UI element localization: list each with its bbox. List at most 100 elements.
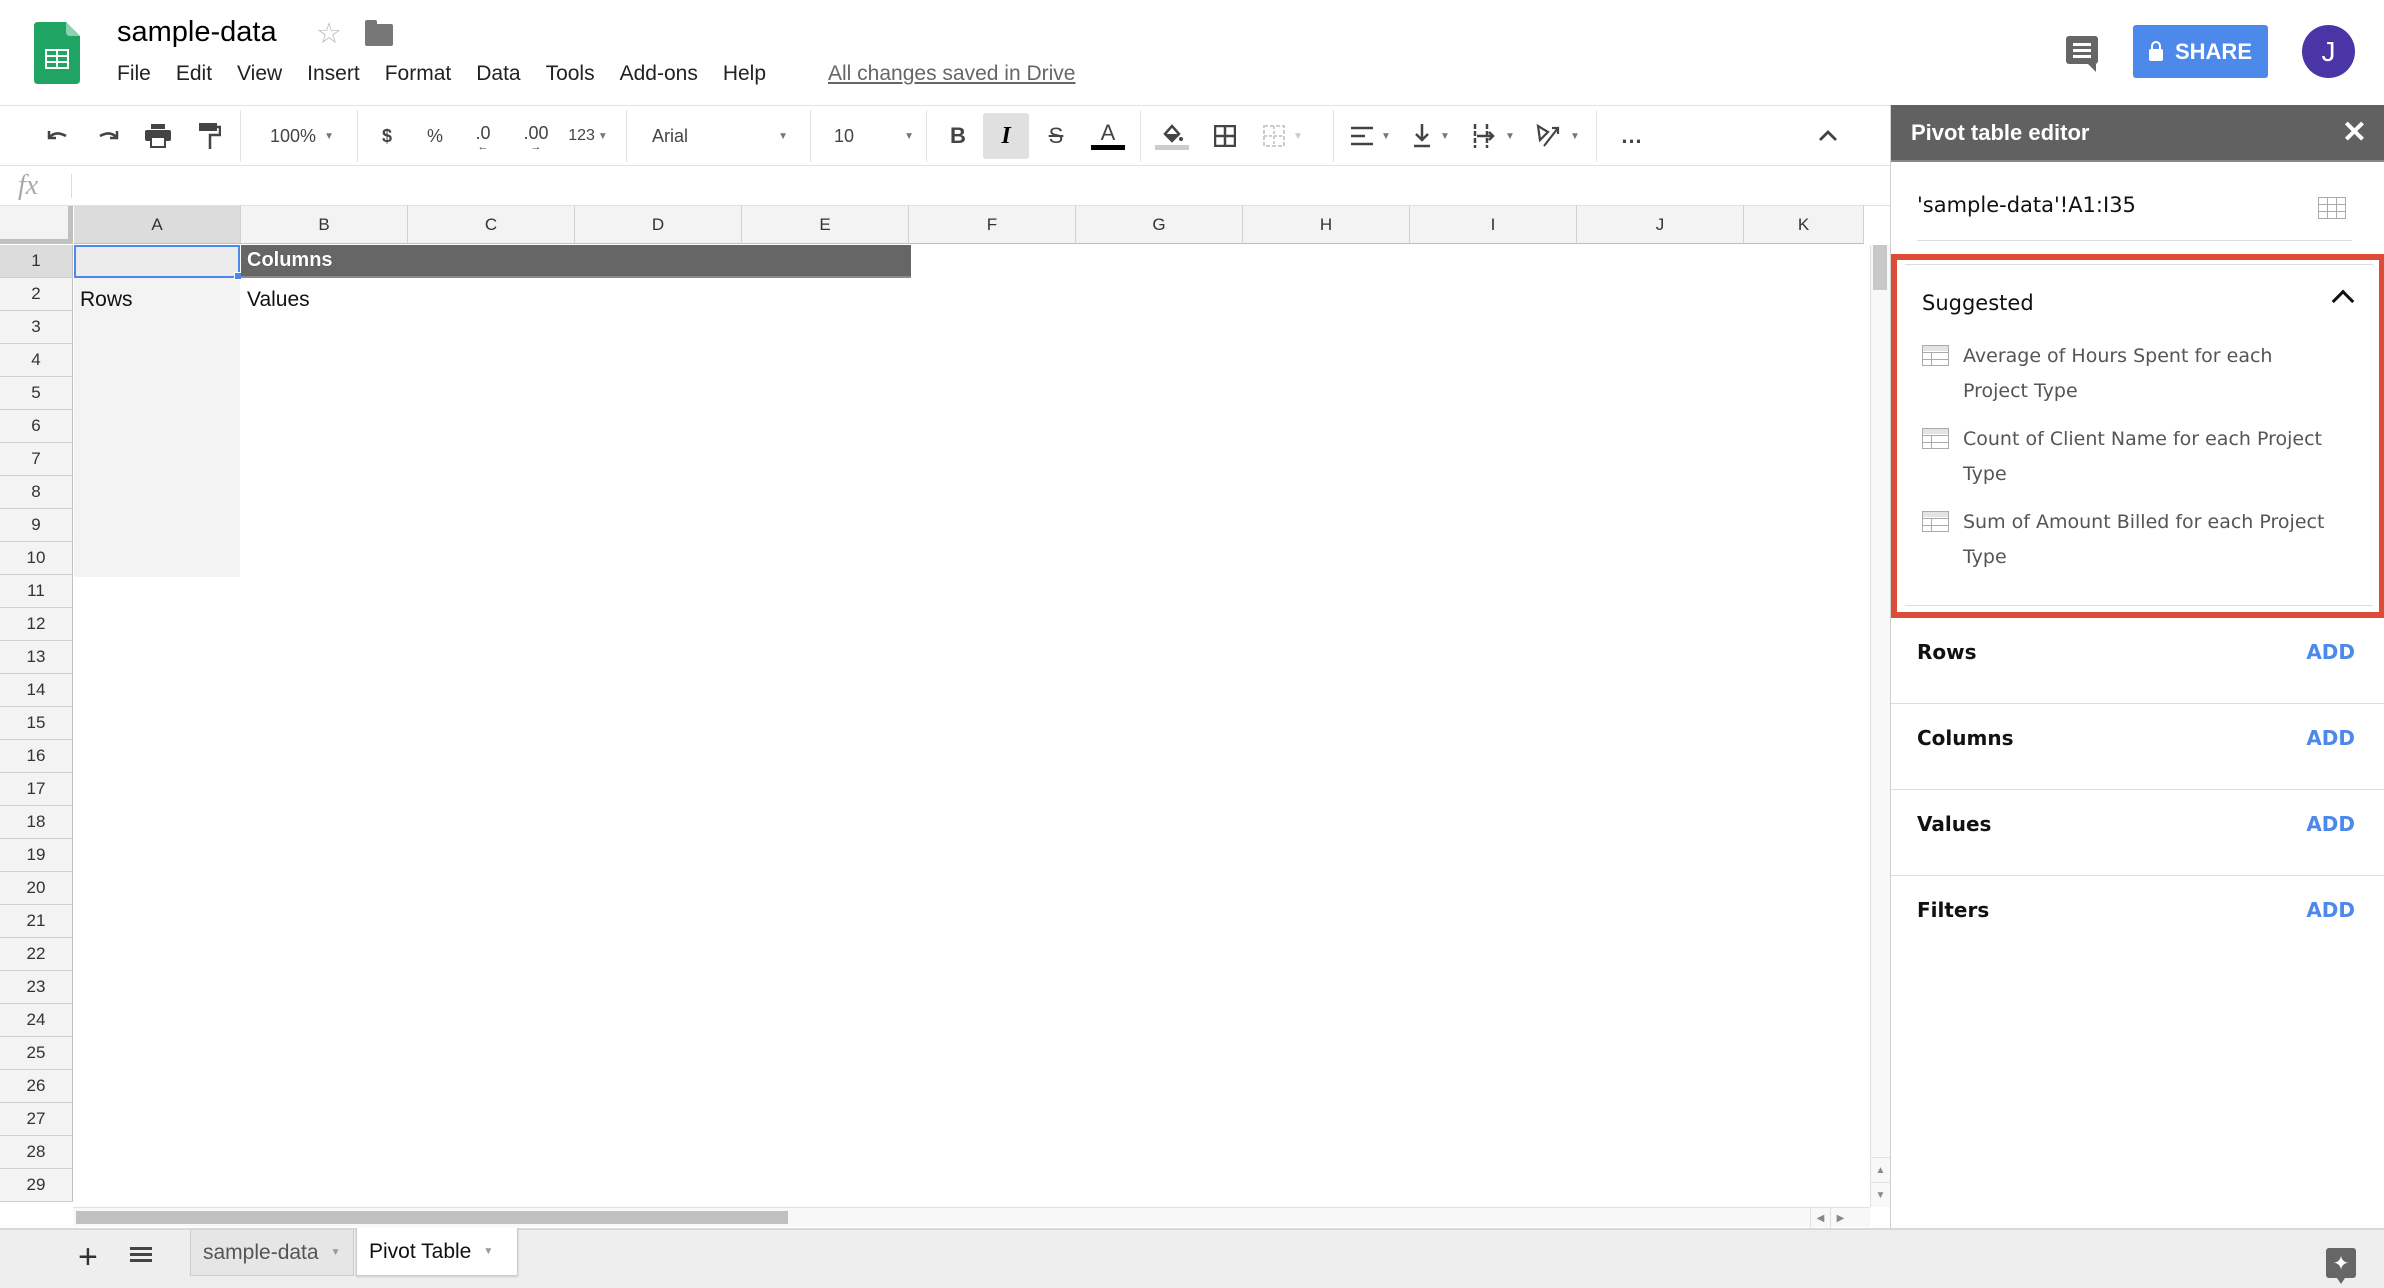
row-header-22[interactable]: 22 [0,938,73,971]
row-header-29[interactable]: 29 [0,1169,73,1202]
avatar[interactable]: J [2302,25,2355,78]
row-header-4[interactable]: 4 [0,344,73,377]
suggested-item[interactable]: Sum of Amount Billed for each Project Ty… [1922,505,2342,575]
row-header-21[interactable]: 21 [0,905,73,938]
formula-input[interactable] [90,172,1870,200]
select-range-grid-icon[interactable] [2318,197,2346,219]
add-values-button[interactable]: ADD [2306,812,2355,836]
column-header-a[interactable]: A [74,206,241,244]
scroll-right-icon[interactable]: ▶ [1830,1208,1850,1228]
column-header-e[interactable]: E [742,206,909,244]
row-header-19[interactable]: 19 [0,839,73,872]
column-header-h[interactable]: H [1243,206,1410,244]
text-color-button[interactable]: A [1088,106,1128,166]
row-header-24[interactable]: 24 [0,1004,73,1037]
currency-format-button[interactable]: $ [370,106,404,166]
italic-button[interactable]: I [983,113,1029,159]
row-header-20[interactable]: 20 [0,872,73,905]
row-header-17[interactable]: 17 [0,773,73,806]
row-header-7[interactable]: 7 [0,443,73,476]
column-header-c[interactable]: C [408,206,575,244]
borders-icon[interactable] [1207,106,1243,166]
row-header-11[interactable]: 11 [0,575,73,608]
column-header-g[interactable]: G [1076,206,1243,244]
horizontal-align-icon[interactable]: ▼ [1345,106,1397,166]
column-header-k[interactable]: K [1744,206,1864,244]
column-header-d[interactable]: D [575,206,742,244]
paint-format-icon[interactable] [192,106,228,166]
font-family-select[interactable]: Arial ▼ [640,106,800,166]
close-icon[interactable]: ✕ [2342,115,2367,150]
menu-edit[interactable]: Edit [176,62,224,86]
row-header-15[interactable]: 15 [0,707,73,740]
scroll-down-icon[interactable]: ▼ [1871,1182,1890,1207]
all-sheets-icon[interactable] [130,1247,152,1267]
selected-cell-a1[interactable] [74,245,240,278]
row-header-3[interactable]: 3 [0,311,73,344]
undo-icon[interactable] [40,106,76,166]
column-header-f[interactable]: F [909,206,1076,244]
column-header-j[interactable]: J [1577,206,1744,244]
text-rotation-icon[interactable]: ▼ [1530,106,1586,166]
zoom-select[interactable]: 100% ▼ [252,106,352,166]
scroll-left-icon[interactable]: ◀ [1810,1208,1830,1228]
select-all-corner[interactable] [0,206,73,244]
row-header-25[interactable]: 25 [0,1037,73,1070]
menu-file[interactable]: File [117,62,163,86]
menu-view[interactable]: View [237,62,294,86]
menu-data[interactable]: Data [476,62,532,86]
comments-icon[interactable] [2066,36,2098,72]
row-header-2[interactable]: 2 [0,278,73,311]
vertical-scroll-thumb[interactable] [1873,245,1887,290]
row-header-13[interactable]: 13 [0,641,73,674]
explore-icon[interactable]: ✦ [2326,1248,2356,1284]
font-size-select[interactable]: 10 ▼ [822,106,922,166]
menu-help[interactable]: Help [723,62,778,86]
row-header-9[interactable]: 9 [0,509,73,542]
sheet-tab-pivot-table[interactable]: Pivot Table ▼ [356,1228,518,1276]
row-header-26[interactable]: 26 [0,1070,73,1103]
row-header-8[interactable]: 8 [0,476,73,509]
save-status-link[interactable]: All changes saved in Drive [828,62,1075,86]
star-icon[interactable]: ☆ [316,16,342,51]
print-icon[interactable] [140,106,176,166]
menu-tools[interactable]: Tools [546,62,607,86]
merge-cells-icon[interactable]: ▼ [1255,106,1311,166]
row-header-18[interactable]: 18 [0,806,73,839]
menu-add-ons[interactable]: Add-ons [620,62,710,86]
add-sheet-icon[interactable]: + [78,1238,98,1277]
row-header-16[interactable]: 16 [0,740,73,773]
collapse-toolbar-icon[interactable] [1810,106,1846,166]
more-formats-button[interactable]: 123 ▼ [562,106,614,166]
share-button[interactable]: SHARE [2133,25,2268,78]
decrease-decimal-button[interactable]: .0 ← [466,106,500,166]
cell-b2[interactable]: Values [247,288,310,312]
vertical-align-icon[interactable]: ▼ [1405,106,1457,166]
column-header-i[interactable]: I [1410,206,1577,244]
horizontal-scroll-thumb[interactable] [76,1211,788,1224]
row-header-23[interactable]: 23 [0,971,73,1004]
add-columns-button[interactable]: ADD [2306,726,2355,750]
add-filters-button[interactable]: ADD [2306,898,2355,922]
horizontal-scrollbar[interactable]: ◀ ▶ [73,1207,1870,1228]
increase-decimal-button[interactable]: .00 → [516,106,556,166]
redo-icon[interactable] [90,106,126,166]
percent-format-button[interactable]: % [418,106,452,166]
menu-format[interactable]: Format [385,62,464,86]
row-header-28[interactable]: 28 [0,1136,73,1169]
strikethrough-button[interactable]: S [1038,106,1074,166]
add-rows-button[interactable]: ADD [2306,640,2355,664]
row-header-5[interactable]: 5 [0,377,73,410]
chevron-up-icon[interactable] [2331,289,2355,313]
suggested-item[interactable]: Count of Client Name for each Project Ty… [1922,422,2342,492]
row-header-14[interactable]: 14 [0,674,73,707]
scroll-up-icon[interactable]: ▲ [1871,1157,1890,1182]
row-header-6[interactable]: 6 [0,410,73,443]
folder-icon[interactable] [365,20,393,46]
row-header-27[interactable]: 27 [0,1103,73,1136]
spreadsheet-grid[interactable]: ABCDEFGHIJK 1 2 3 4 5 6 7 8 9 10 11 12 13 14 15 16 17 18 1… [0,206,1870,1206]
more-tools-button[interactable]: … [1612,106,1652,166]
chevron-down-icon[interactable]: ▼ [483,1246,493,1257]
fill-color-button[interactable] [1152,106,1192,166]
sheets-logo-icon[interactable] [34,22,80,84]
